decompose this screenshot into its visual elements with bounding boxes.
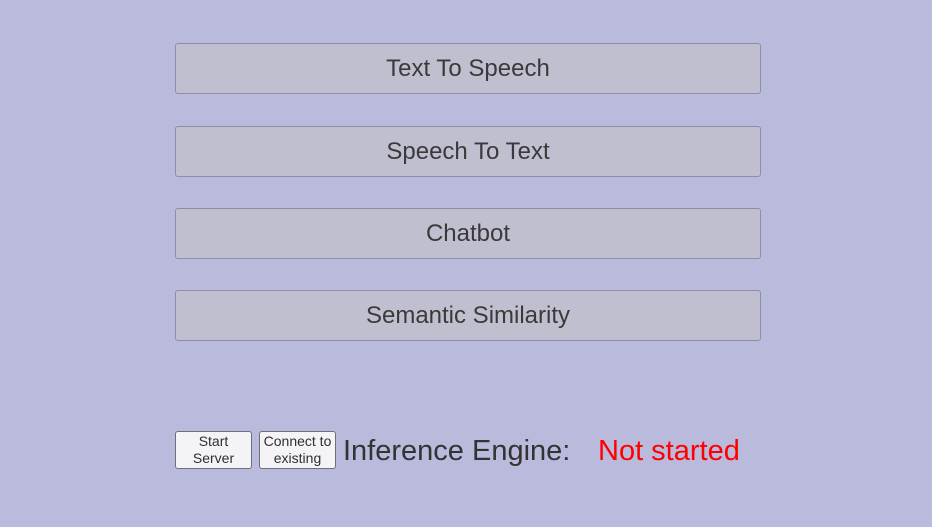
start-server-button[interactable]: Start Server: [175, 431, 252, 469]
text-to-speech-button[interactable]: Text To Speech: [175, 43, 761, 94]
connect-existing-button[interactable]: Connect to existing: [259, 431, 336, 469]
speech-to-text-button[interactable]: Speech To Text: [175, 126, 761, 177]
semantic-similarity-button[interactable]: Semantic Similarity: [175, 290, 761, 341]
inference-engine-label: Inference Engine:: [343, 435, 571, 467]
inference-engine-status: Not started: [598, 435, 740, 467]
chatbot-button[interactable]: Chatbot: [175, 208, 761, 259]
